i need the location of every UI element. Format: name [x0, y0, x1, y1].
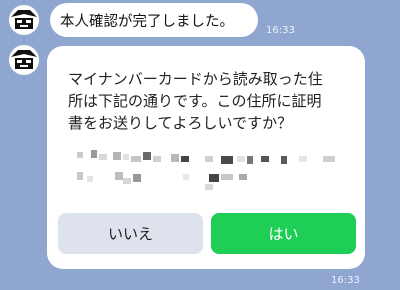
- bot-avatar-icon[interactable]: [9, 45, 39, 75]
- yes-button[interactable]: はい: [211, 213, 356, 254]
- card-question: マイナンバーカードから読み取った住 所は下記の通りです。この住所に証明 書をお送…: [68, 68, 353, 134]
- message-text: 本人確認が完了しました。: [60, 13, 234, 30]
- card-question-line: マイナンバーカードから読み取った住: [68, 70, 323, 88]
- message-time: 16:33: [331, 275, 360, 286]
- card-question-line: 所は下記の通りです。この住所に証明: [68, 92, 322, 110]
- bot-avatar-icon[interactable]: [9, 5, 39, 35]
- redacted-address: [71, 150, 341, 192]
- message-bubble: 本人確認が完了しました。: [50, 3, 258, 37]
- card-question-line: 書をお送りしてよろしいですか？: [68, 114, 293, 132]
- confirmation-card: マイナンバーカードから読み取った住 所は下記の通りです。この住所に証明 書をお送…: [47, 46, 365, 269]
- no-button[interactable]: いいえ: [58, 213, 203, 254]
- message-time: 16:33: [266, 25, 295, 36]
